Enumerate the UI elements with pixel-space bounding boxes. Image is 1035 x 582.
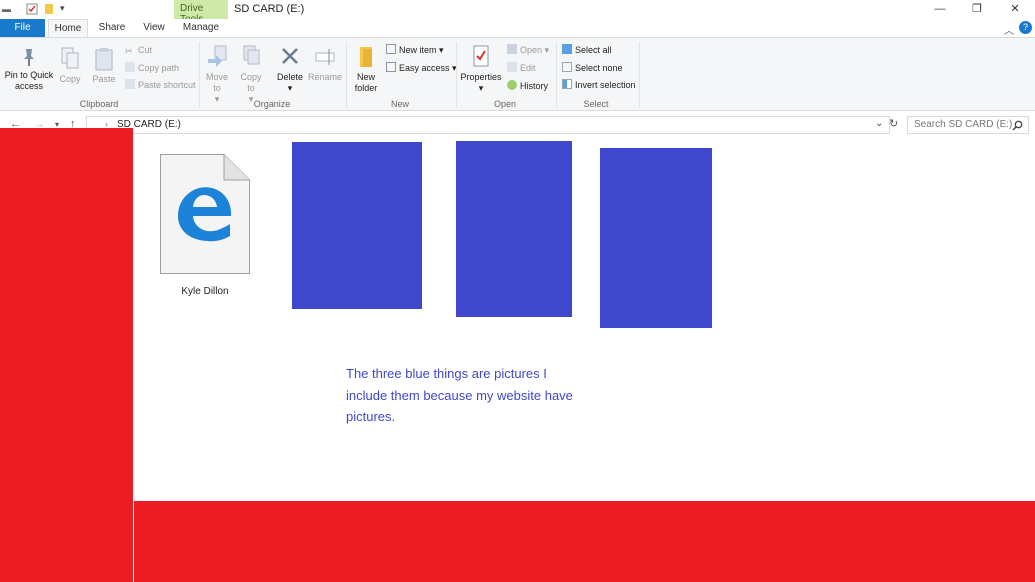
scissors-icon: ✂	[125, 46, 133, 56]
select-all-button[interactable]: Select all	[562, 44, 612, 56]
paste-shortcut-icon	[125, 79, 135, 89]
close-icon[interactable]: ✕	[996, 0, 1034, 19]
copy-path-button[interactable]: Copy path	[125, 62, 179, 74]
red-overlay-left	[0, 128, 133, 582]
select-none-button[interactable]: Select none	[562, 62, 623, 74]
red-overlay-bottom	[134, 501, 1035, 582]
ribbon-tabs: File Home Share View Manage ︿ ?	[0, 19, 1035, 37]
history-icon	[507, 80, 517, 90]
easy-access-icon	[386, 62, 396, 72]
pin-to-quick-access-button[interactable]: Pin to Quick access	[4, 46, 54, 92]
paste-icon	[95, 48, 113, 71]
properties-icon	[473, 45, 489, 67]
edge-html-file-icon	[160, 154, 250, 274]
organize-group-label: Organize	[253, 99, 291, 109]
copy-path-icon	[125, 62, 135, 72]
picture-placeholder[interactable]	[292, 142, 422, 309]
copy-to-button[interactable]: Copy to ▾	[237, 44, 265, 105]
pin-icon	[24, 49, 34, 66]
customize-qat-icon[interactable]: ▾	[60, 3, 65, 14]
collapse-ribbon-icon[interactable]: ︿	[1004, 22, 1014, 37]
picture-placeholder[interactable]	[456, 141, 572, 317]
tab-file[interactable]: File	[0, 19, 45, 37]
tab-share[interactable]: Share	[92, 19, 132, 37]
easy-access-button[interactable]: Easy access ▾	[386, 62, 457, 74]
delete-x-icon	[282, 48, 298, 64]
new-item-button[interactable]: New item ▾	[386, 44, 444, 56]
drive-tools-context-tab: Drive Tools	[174, 0, 228, 25]
picture-placeholder[interactable]	[600, 148, 712, 328]
paste-button[interactable]: Paste	[90, 46, 118, 85]
clipboard-group-label: Clipboard	[79, 99, 119, 109]
copy-button[interactable]: Copy	[58, 46, 82, 85]
history-button[interactable]: History	[507, 80, 548, 92]
search-placeholder: Search SD CARD (E:)	[914, 119, 1013, 130]
new-folder-button[interactable]: New folder	[351, 44, 381, 94]
properties-qat-icon[interactable]	[26, 2, 38, 20]
delete-button[interactable]: Delete ▾	[275, 44, 305, 94]
refresh-icon[interactable]: ↻	[889, 117, 898, 130]
window-title: SD CARD (E:)	[234, 3, 305, 15]
move-to-button[interactable]: Move to ▾	[203, 44, 231, 105]
tab-view[interactable]: View	[136, 19, 172, 37]
copy-icon	[61, 47, 79, 69]
new-item-icon	[386, 44, 396, 54]
copy-to-icon	[243, 45, 260, 65]
new-group-label: New	[390, 99, 409, 109]
move-to-icon	[208, 45, 227, 67]
annotation-note: The three blue things are pictures I inc…	[346, 366, 573, 424]
file-item-kyle-dillon[interactable]	[160, 154, 250, 274]
ribbon-separator	[199, 42, 200, 108]
folder-icon	[360, 47, 372, 67]
app-icon: ▬	[2, 4, 11, 14]
help-icon[interactable]: ?	[1019, 21, 1032, 34]
new-folder-qat-icon[interactable]	[44, 2, 54, 20]
invert-selection-icon	[562, 79, 572, 89]
ribbon: Pin to Quick access Copy Paste ✂ Cut Copy…	[0, 37, 1035, 111]
title-bar: ▬ ▾ Drive Tools SD CARD (E:) — ❐ ✕	[0, 0, 1035, 25]
properties-button[interactable]: Properties ▾	[460, 44, 502, 94]
search-box[interactable]: Search SD CARD (E:)	[907, 116, 1029, 134]
ribbon-separator	[556, 42, 557, 108]
rename-button[interactable]: Rename	[308, 44, 342, 83]
minimize-icon[interactable]: —	[921, 0, 959, 19]
ribbon-separator	[639, 42, 640, 108]
restore-icon[interactable]: ❐	[958, 0, 996, 19]
open-group-label: Open	[493, 99, 517, 109]
open-icon	[507, 44, 517, 54]
cut-button[interactable]: ✂ Cut	[125, 44, 152, 56]
tab-manage[interactable]: Manage	[176, 19, 226, 37]
select-none-icon	[562, 62, 572, 72]
navigation-bar: ← → ▾ ↑ › SD CARD (E:) ⌄ ↻ Search SD CAR…	[0, 112, 1035, 138]
address-dropdown-icon[interactable]: ⌄	[875, 118, 883, 129]
select-group-label: Select	[583, 99, 609, 109]
rename-icon	[315, 49, 335, 65]
edit-button[interactable]: Edit	[507, 62, 536, 74]
address-bar[interactable]: › SD CARD (E:) ⌄	[86, 116, 890, 134]
tab-home[interactable]: Home	[48, 19, 88, 37]
ribbon-separator	[346, 42, 347, 108]
edit-icon	[507, 62, 517, 72]
paste-shortcut-button[interactable]: Paste shortcut	[125, 79, 196, 91]
file-name-label: Kyle Dillon	[181, 286, 229, 297]
ribbon-separator	[456, 42, 457, 108]
select-all-icon	[562, 44, 572, 54]
search-icon	[1012, 120, 1023, 131]
open-button[interactable]: Open ▾	[507, 44, 549, 56]
invert-selection-button[interactable]: Invert selection	[562, 79, 636, 91]
